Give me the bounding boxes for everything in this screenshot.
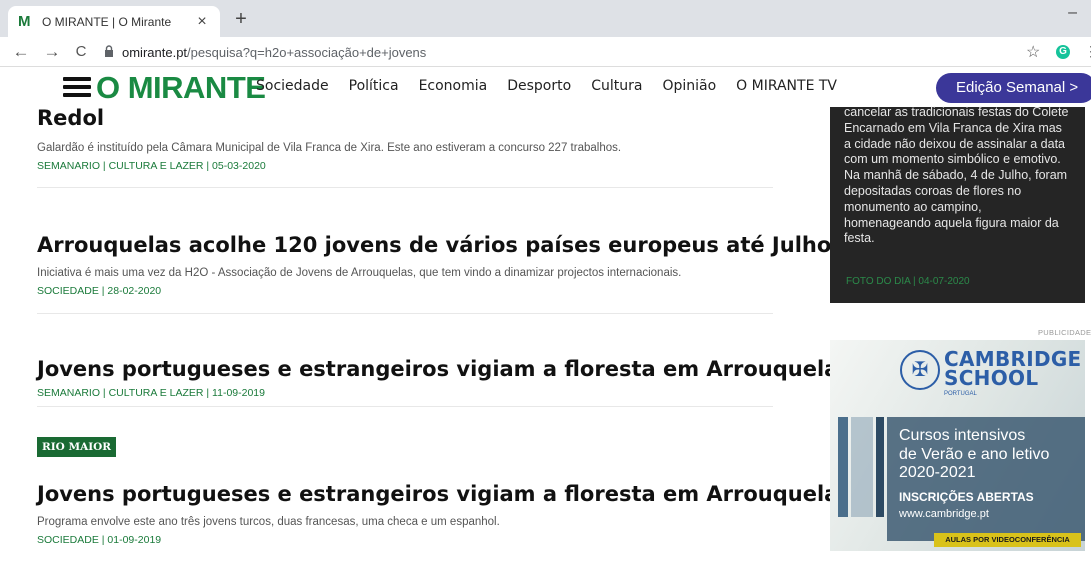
menu-item-politica[interactable]: Política <box>349 78 399 94</box>
region-tag[interactable]: RIO MAIOR <box>37 437 116 457</box>
divider <box>37 406 773 407</box>
minimize-icon[interactable]: – <box>1068 4 1077 22</box>
ad-panel: Cursos intensivos de Verão e ano letivo … <box>887 417 1085 541</box>
grammarly-extension-icon[interactable]: G <box>1056 45 1070 59</box>
divider <box>37 313 773 314</box>
new-tab-icon[interactable]: + <box>231 8 251 30</box>
browser-toolbar: ← → C omirante.pt/pesquisa?q=h2o+associa… <box>0 37 1091 67</box>
article-description: Iniciativa é mais uma vez da H2O - Assoc… <box>37 267 682 279</box>
article-description: Galardão é instituído pela Câmara Munici… <box>37 142 622 154</box>
crest-icon: ✠ <box>900 350 940 390</box>
ad-badge: AULAS POR VIDEOCONFERÊNCIA <box>934 533 1081 547</box>
more-menu-icon[interactable]: ⋮ <box>1084 43 1091 60</box>
article-meta[interactable]: SEMANARIO | CULTURA E LAZER | 05-03-2020 <box>37 160 773 172</box>
menu-item-economia[interactable]: Economia <box>419 78 488 94</box>
reload-icon[interactable]: C <box>72 42 90 62</box>
menu-item-sociedade[interactable]: Sociedade <box>256 78 329 94</box>
cambridge-ad-banner[interactable]: ✠ CAMBRIDGE SCHOOL PORTUGAL Cursos inten… <box>830 340 1085 551</box>
article-item: Jovens portugueses e estrangeiros vigiam… <box>37 357 851 399</box>
article-meta[interactable]: SOCIEDADE | 01-09-2019 <box>37 534 773 546</box>
photo-meta[interactable]: FOTO DO DIA | 04-07-2020 <box>846 276 970 287</box>
article-title[interactable]: Jovens portugueses e estrangeiros vigiam… <box>37 357 851 381</box>
ad-website: www.cambridge.pt <box>899 507 989 520</box>
menu-item-cultura[interactable]: Cultura <box>591 78 642 94</box>
forward-arrow-icon[interactable]: → <box>43 42 61 62</box>
main-menu: Sociedade Política Economia Desporto Cul… <box>256 78 857 94</box>
photo-caption: cancelar as tradicionais festas do Colet… <box>844 105 1069 246</box>
ad-headline-3: 2020-2021 <box>899 464 976 481</box>
site-navbar: O MIRANTE Sociedade Política Economia De… <box>0 67 1091 107</box>
url-host: omirante.pt <box>122 44 188 60</box>
ad-brand-line2: SCHOOL <box>944 366 1039 390</box>
article-meta[interactable]: SOCIEDADE | 28-02-2020 <box>37 285 773 297</box>
article-title[interactable]: Redol <box>37 106 773 130</box>
ad-brand: CAMBRIDGE SCHOOL <box>944 349 1082 390</box>
photo-of-day-card[interactable]: cancelar as tradicionais festas do Colet… <box>830 105 1085 303</box>
article-description: Programa envolve este ano três jovens tu… <box>37 516 500 528</box>
browser-tab-bar: M O MIRANTE | O Mirante × + – <box>0 0 1091 37</box>
edicao-semanal-button[interactable]: Edição Semanal > <box>936 73 1091 103</box>
decorative-bars <box>838 417 886 517</box>
article-meta[interactable]: SEMANARIO | CULTURA E LAZER | 11-09-2019 <box>37 387 773 399</box>
article-item: Jovens portugueses e estrangeiros vigiam… <box>37 482 851 546</box>
divider <box>37 187 773 188</box>
ad-cta-text: INSCRIÇÕES ABERTAS <box>899 489 1034 504</box>
url-path: /pesquisa?q=h2o+associação+de+jovens <box>187 44 427 60</box>
article-title[interactable]: Arrouquelas acolhe 120 jovens de vários … <box>37 233 831 257</box>
hamburger-menu-icon[interactable] <box>63 77 91 97</box>
menu-item-desporto[interactable]: Desporto <box>507 78 571 94</box>
tab-close-icon[interactable]: × <box>194 13 210 31</box>
menu-item-opiniao[interactable]: Opinião <box>662 78 716 94</box>
ad-brand-sub: PORTUGAL <box>944 391 977 397</box>
lock-icon <box>104 45 116 59</box>
site-favicon-icon: M <box>18 12 31 30</box>
menu-item-omirante-tv[interactable]: O MIRANTE TV <box>736 78 837 94</box>
ad-headline-1: Cursos intensivos <box>899 427 1026 444</box>
article-item: Redol Galardão é instituído pela Câmara … <box>37 106 773 172</box>
tab-title: O MIRANTE | O Mirante <box>42 14 172 29</box>
article-title[interactable]: Jovens portugueses e estrangeiros vigiam… <box>37 482 851 506</box>
bookmark-star-icon[interactable]: ☆ <box>1026 42 1040 62</box>
article-item: Arrouquelas acolhe 120 jovens de vários … <box>37 233 831 297</box>
url-text: omirante.pt/pesquisa?q=h2o+associação+de… <box>122 45 426 60</box>
publicidade-label: PUBLICIDADE <box>1038 328 1091 337</box>
browser-tab[interactable]: M O MIRANTE | O Mirante × <box>8 6 220 37</box>
ad-headline-2: de Verão e ano letivo <box>899 445 1050 463</box>
address-bar[interactable]: omirante.pt/pesquisa?q=h2o+associação+de… <box>104 40 1064 64</box>
site-logo[interactable]: O MIRANTE <box>96 70 266 106</box>
back-arrow-icon[interactable]: ← <box>12 42 30 62</box>
